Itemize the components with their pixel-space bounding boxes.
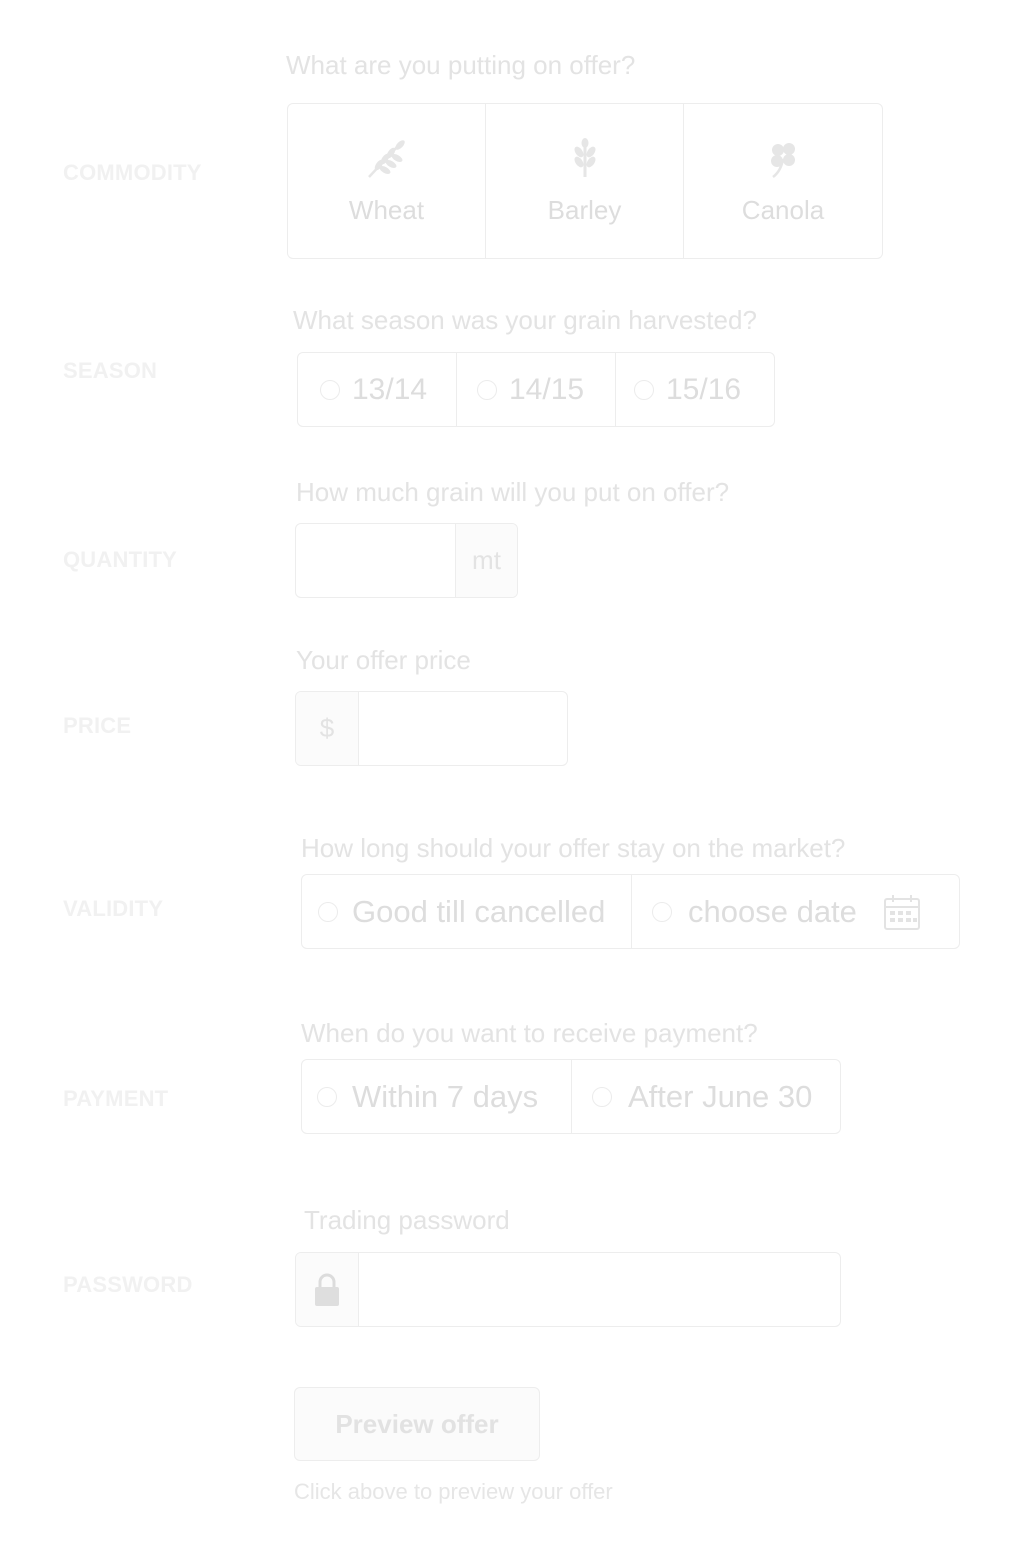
price-input[interactable] xyxy=(359,692,567,765)
payment-option-june30[interactable]: After June 30 xyxy=(572,1060,840,1133)
season-question: What season was your grain harvested? xyxy=(293,305,757,335)
validity-option-date[interactable]: choose date xyxy=(632,875,959,948)
season-radio[interactable] xyxy=(477,379,497,400)
currency-symbol: $ xyxy=(296,692,359,765)
validity-label: VALIDITY xyxy=(63,896,164,921)
validity-selector: Good till cancelled choose date xyxy=(301,874,960,949)
payment-option-label: Within 7 days xyxy=(352,1078,539,1114)
validity-radio[interactable] xyxy=(652,901,672,922)
season-option-1516[interactable]: 15/16 xyxy=(616,353,774,426)
commodity-option-label: Canola xyxy=(741,194,825,225)
barley-icon xyxy=(574,137,595,177)
season-option-1314[interactable]: 13/14 xyxy=(298,353,457,426)
lock-icon xyxy=(315,1273,339,1306)
validity-question: How long should your offer stay on the m… xyxy=(301,833,846,863)
canola-icon xyxy=(771,142,795,178)
commodity-option-label: Barley xyxy=(547,194,622,225)
commodity-option-barley[interactable]: Barley xyxy=(486,104,684,258)
commodity-option-canola[interactable]: Canola xyxy=(684,104,882,258)
payment-option-7days[interactable]: Within 7 days xyxy=(302,1060,572,1133)
validity-option-gtc[interactable]: Good till cancelled xyxy=(302,875,632,948)
payment-option-label: After June 30 xyxy=(628,1078,813,1114)
commodity-selector: Wheat Barley Canola xyxy=(287,103,883,259)
validity-option-label: Good till cancelled xyxy=(352,893,606,929)
quantity-unit: mt xyxy=(455,524,517,597)
season-option-1415[interactable]: 14/15 xyxy=(457,353,616,426)
payment-question: When do you want to receive payment? xyxy=(301,1018,758,1048)
commodity-question: What are you putting on offer? xyxy=(286,50,636,80)
season-selector: 13/14 14/15 15/16 xyxy=(297,352,775,427)
season-option-label: 14/15 xyxy=(509,372,585,406)
payment-label: PAYMENT xyxy=(63,1086,169,1111)
password-input-group xyxy=(295,1252,841,1327)
quantity-label: QUANTITY xyxy=(63,547,178,572)
commodity-label: COMMODITY xyxy=(63,160,202,185)
season-radio[interactable] xyxy=(634,379,654,400)
quantity-input-group: mt xyxy=(295,523,518,598)
validity-option-label: choose date xyxy=(688,893,857,929)
validity-radio[interactable] xyxy=(318,901,338,922)
payment-radio[interactable] xyxy=(592,1086,612,1107)
preview-hint: Click above to preview your offer xyxy=(294,1479,613,1504)
password-input[interactable] xyxy=(359,1253,840,1326)
commodity-option-label: Wheat xyxy=(348,194,425,225)
password-addon xyxy=(296,1253,359,1326)
payment-selector: Within 7 days After June 30 xyxy=(301,1059,841,1134)
quantity-question: How much grain will you put on offer? xyxy=(296,477,730,507)
season-option-label: 13/14 xyxy=(352,372,428,406)
quantity-input[interactable] xyxy=(296,524,455,597)
commodity-option-wheat[interactable]: Wheat xyxy=(288,104,486,258)
season-radio[interactable] xyxy=(320,379,340,400)
wheat-icon xyxy=(367,139,405,178)
calendar-icon[interactable] xyxy=(883,893,921,931)
price-label: PRICE xyxy=(63,713,132,738)
season-option-label: 15/16 xyxy=(666,372,742,406)
season-label: SEASON xyxy=(63,358,158,383)
preview-offer-button[interactable]: Preview offer xyxy=(294,1387,540,1461)
payment-radio[interactable] xyxy=(317,1086,337,1107)
price-input-group: $ xyxy=(295,691,568,766)
password-question: Trading password xyxy=(304,1205,510,1235)
price-question: Your offer price xyxy=(296,645,471,675)
password-label: PASSWORD xyxy=(63,1272,193,1297)
